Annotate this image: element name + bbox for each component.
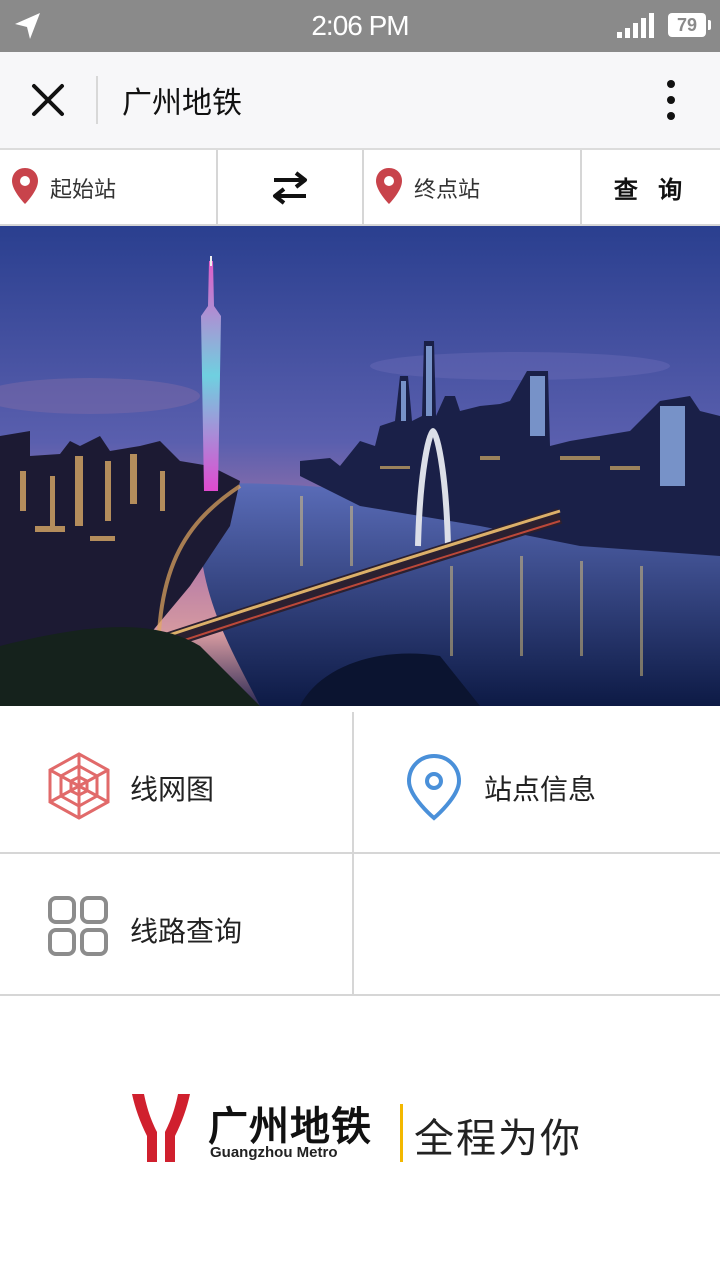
function-grid: 线网图 站点信息 线路查询 [0, 706, 720, 998]
query-button[interactable]: 查 询 [582, 150, 720, 224]
network-map-label: 线网图 [130, 773, 215, 806]
start-station-field[interactable]: 起始站 [0, 150, 218, 224]
grid-icon [48, 896, 108, 956]
metro-brand-mark-icon [132, 1094, 190, 1162]
station-info-entry[interactable]: 站点信息 [354, 712, 720, 854]
page-title: 广州地铁 [122, 86, 242, 121]
swap-icon [273, 171, 307, 205]
more-options-icon[interactable] [656, 78, 686, 122]
title-bar: 广州地铁 [0, 52, 720, 150]
banner-image [0, 226, 720, 706]
signal-icon [617, 13, 654, 38]
end-station-label: 终点站 [414, 178, 481, 203]
battery-indicator: 79 [668, 13, 711, 37]
logo-divider [400, 1104, 403, 1162]
title-divider [96, 76, 98, 124]
location-pin-icon [406, 753, 462, 821]
start-pin-icon [12, 168, 38, 204]
start-station-label: 起始站 [50, 178, 117, 203]
end-pin-icon [376, 168, 402, 204]
network-map-icon [48, 752, 110, 820]
network-map-entry[interactable]: 线网图 [0, 712, 354, 854]
city-skyline-banner [0, 226, 720, 706]
close-icon[interactable] [28, 80, 68, 120]
line-query-entry[interactable]: 线路查询 [0, 854, 354, 996]
swap-stations-button[interactable] [218, 150, 364, 224]
query-button-label: 查 询 [613, 176, 689, 204]
station-info-label: 站点信息 [484, 773, 597, 806]
logo-slogan: 全程为你 [414, 1116, 582, 1162]
status-bar: 2:06 PM 79 [0, 0, 720, 52]
route-query-bar: 起始站 终点站 查 询 [0, 150, 720, 226]
empty-grid-cell [354, 854, 720, 996]
logo-name-en: Guangzhou Metro [210, 1144, 338, 1161]
guangzhou-metro-logo: 广州地铁 Guangzhou Metro 全程为你 [130, 1090, 600, 1170]
end-station-field[interactable]: 终点站 [364, 150, 582, 224]
line-query-label: 线路查询 [130, 915, 243, 948]
status-time: 2:06 PM [311, 10, 409, 41]
